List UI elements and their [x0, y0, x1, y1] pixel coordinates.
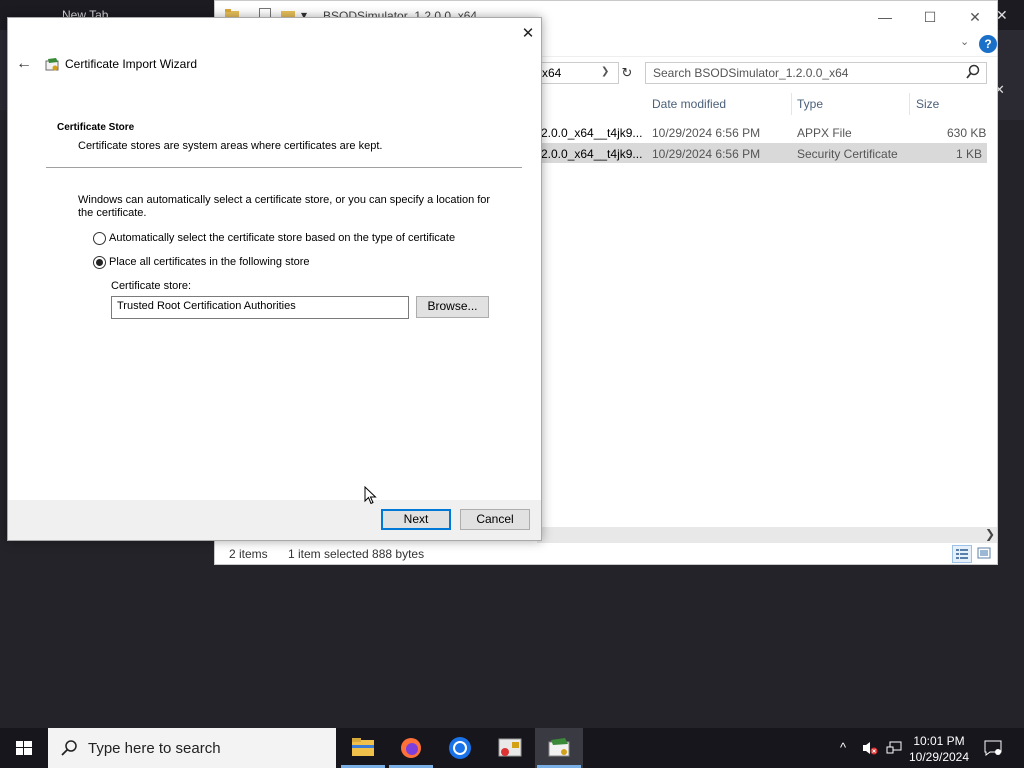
clock-time: 10:01 PM	[913, 734, 965, 748]
taskbar-certificate-wizard[interactable]	[535, 728, 583, 768]
radio-auto-label[interactable]: Automatically select the certificate sto…	[109, 232, 455, 244]
browse-button[interactable]: Browse...	[416, 296, 489, 318]
status-item-count: 2 items	[229, 547, 268, 561]
file-type: APPX File	[797, 126, 852, 140]
certificate-import-wizard: ✕ ← Certificate Import Wizard Certificat…	[7, 17, 542, 541]
file-row-selected[interactable]: 2.0.0_x64__t4jk9... 10/29/2024 6:56 PM S…	[537, 143, 987, 163]
address-text: x64	[542, 66, 562, 80]
show-hidden-icons-icon[interactable]: ^	[840, 740, 846, 755]
large-icons-view-icon[interactable]	[975, 545, 995, 563]
mouse-cursor-icon	[364, 486, 377, 505]
divider	[46, 167, 522, 168]
maximize-icon[interactable]: ☐	[920, 7, 940, 27]
search-icon[interactable]	[965, 64, 981, 80]
help-icon[interactable]: ?	[979, 35, 997, 53]
firefox-icon	[401, 738, 421, 758]
status-selection: 1 item selected 888 bytes	[288, 547, 425, 561]
explorer-search-placeholder: Search BSODSimulator_1.2.0.0_x64	[653, 66, 849, 80]
close-icon[interactable]: ✕	[965, 7, 985, 27]
clock-date: 10/29/2024	[908, 750, 970, 764]
minimize-icon[interactable]: —	[875, 7, 895, 27]
taskbar-search-placeholder: Type here to search	[88, 740, 221, 757]
volume-muted-icon[interactable]	[861, 740, 879, 756]
scroll-right-icon[interactable]: ❯	[985, 527, 995, 541]
taskbar-certificate-tool[interactable]	[486, 728, 534, 768]
network-icon[interactable]	[886, 740, 904, 756]
taskbar-firefox[interactable]	[387, 728, 435, 768]
close-icon[interactable]: ✕	[518, 24, 538, 44]
taskbar-clock[interactable]: 10:01 PM 10/29/2024	[904, 733, 974, 765]
chrome-icon	[449, 737, 471, 759]
column-separator[interactable]	[909, 93, 910, 115]
radio-auto-select[interactable]	[93, 232, 106, 245]
address-dropdown-icon[interactable]: ❯	[601, 66, 609, 77]
file-date: 10/29/2024 6:56 PM	[652, 126, 761, 140]
file-row[interactable]: 2.0.0_x64__t4jk9... 10/29/2024 6:56 PM A…	[537, 122, 987, 142]
store-label: Certificate store:	[111, 280, 192, 292]
start-button[interactable]	[0, 728, 48, 768]
file-name: 2.0.0_x64__t4jk9...	[541, 126, 643, 140]
browser-edge	[998, 30, 1024, 120]
next-button[interactable]: Next	[381, 509, 451, 530]
certificate-store-field[interactable]: Trusted Root Certification Authorities	[111, 296, 409, 319]
details-view-icon[interactable]	[952, 545, 972, 563]
section-description: Certificate stores are system areas wher…	[78, 140, 383, 152]
horizontal-scrollbar[interactable]	[537, 527, 997, 543]
file-size: 1 KB	[956, 147, 983, 161]
search-icon	[61, 740, 77, 756]
radio-place-label[interactable]: Place all certificates in the following …	[109, 256, 310, 268]
taskbar-chrome[interactable]	[436, 728, 484, 768]
column-header-type[interactable]: Type	[797, 97, 823, 111]
wizard-title: Certificate Import Wizard	[65, 57, 198, 71]
file-explorer-icon	[352, 738, 374, 756]
file-date: 10/29/2024 6:56 PM	[652, 147, 761, 161]
column-separator[interactable]	[791, 93, 792, 115]
column-header-date[interactable]: Date modified	[652, 97, 726, 111]
refresh-icon[interactable]: ↻	[617, 63, 637, 83]
notifications-icon[interactable]	[984, 740, 1002, 756]
ribbon-expand-icon[interactable]: ⌄	[960, 35, 969, 48]
radio-place-in-store[interactable]	[93, 256, 106, 269]
file-name: 2.0.0_x64__t4jk9...	[541, 147, 643, 161]
column-header-size[interactable]: Size	[916, 97, 939, 111]
certificate-manager-icon	[498, 738, 522, 757]
cancel-button[interactable]: Cancel	[460, 509, 530, 530]
taskbar-file-explorer[interactable]	[339, 728, 387, 768]
explanation-text: Windows can automatically select a certi…	[78, 194, 491, 219]
windows-logo-icon	[16, 741, 32, 755]
file-size: 630 KB	[947, 126, 987, 140]
back-arrow-icon[interactable]: ←	[14, 54, 34, 74]
certificate-icon	[548, 738, 570, 757]
file-type: Security Certificate	[797, 147, 898, 161]
section-heading: Certificate Store	[57, 122, 135, 133]
certificate-icon	[45, 58, 59, 71]
